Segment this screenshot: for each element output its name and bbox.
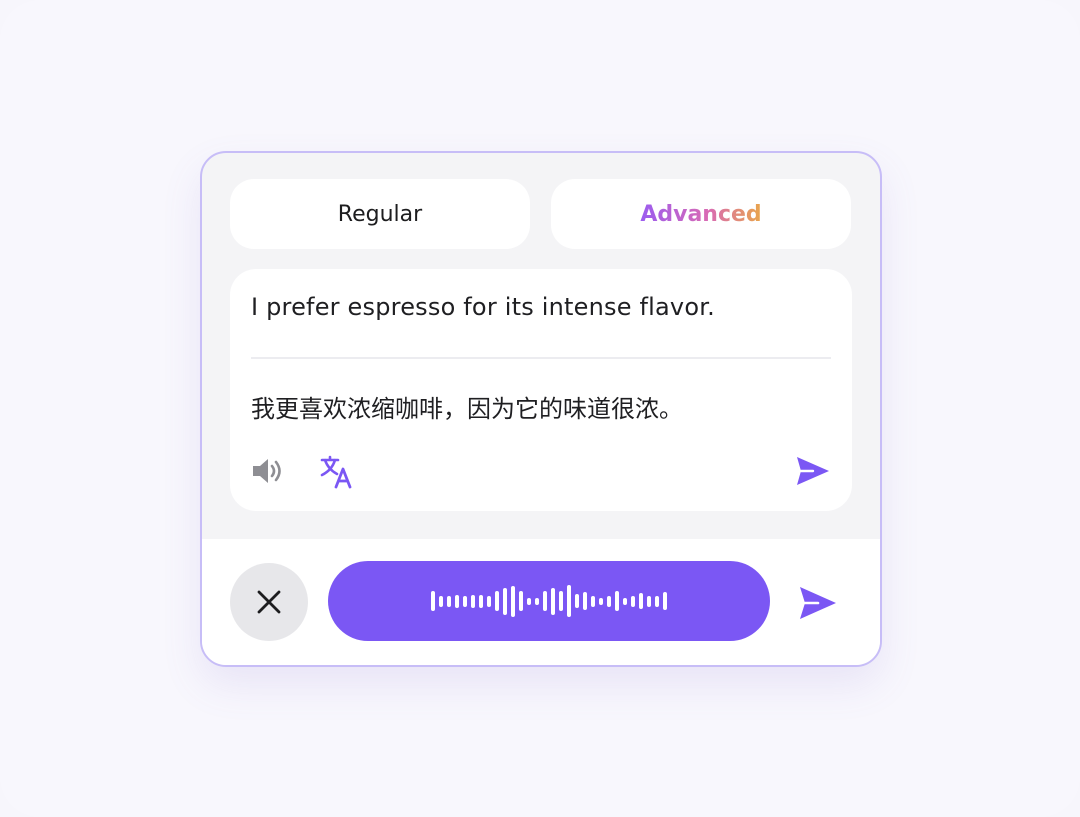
waveform-bar: [607, 595, 611, 607]
waveform-bar: [639, 593, 643, 609]
waveform-bar: [503, 587, 507, 615]
waveform-bar: [623, 597, 627, 605]
tab-regular-label: Regular: [337, 201, 423, 227]
waveform-bar: [471, 594, 475, 608]
waveform-bar: [567, 585, 571, 617]
source-text: I prefer espresso for its intense flavor…: [251, 293, 715, 321]
waveform-bar: [647, 595, 651, 607]
speaker-icon[interactable]: [250, 455, 286, 487]
waveform-bar: [463, 595, 467, 607]
waveform-bar: [663, 592, 667, 610]
waveform-bar: [479, 594, 483, 608]
waveform-bar: [447, 595, 451, 607]
send-recording-button[interactable]: [796, 583, 840, 623]
waveform-bar: [431, 591, 435, 611]
waveform-bar: [543, 591, 547, 611]
tab-regular[interactable]: Regular: [230, 179, 530, 249]
waveform-bar: [591, 595, 595, 607]
waveform-icon: [431, 581, 667, 621]
cancel-recording-button[interactable]: [230, 563, 308, 641]
waveform-bar: [439, 595, 443, 607]
tab-advanced-label: Advanced: [640, 201, 762, 227]
close-icon: [257, 590, 281, 614]
waveform-bar: [455, 594, 459, 608]
waveform-bar: [599, 597, 603, 605]
waveform-bar: [535, 597, 539, 605]
translator-card: Regular Advanced I prefer espresso for i…: [200, 151, 882, 667]
waveform-bar: [615, 591, 619, 611]
recording-bar: [202, 539, 880, 665]
waveform-bar: [631, 595, 635, 607]
waveform-bar: [551, 587, 555, 615]
waveform-bar: [655, 595, 659, 607]
translation-panel: I prefer espresso for its intense flavor…: [230, 269, 852, 511]
tab-advanced[interactable]: Advanced: [551, 179, 851, 249]
send-icon[interactable]: [793, 453, 833, 489]
waveform-bar: [575, 594, 579, 608]
waveform-bar: [487, 595, 491, 607]
waveform-bar: [495, 591, 499, 611]
waveform-bar: [583, 592, 587, 610]
waveform-bar: [527, 597, 531, 605]
divider: [251, 357, 831, 359]
waveform-bar: [511, 585, 515, 617]
voice-recording-pill[interactable]: [328, 561, 770, 641]
translate-icon[interactable]: [318, 453, 356, 491]
translated-text: 我更喜欢浓缩咖啡，因为它的味道很浓。: [251, 395, 683, 423]
waveform-bar: [519, 591, 523, 611]
waveform-bar: [559, 591, 563, 611]
